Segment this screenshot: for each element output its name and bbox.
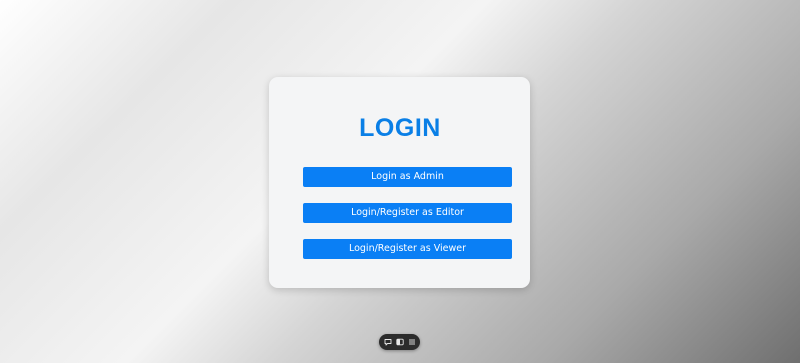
login-register-editor-button[interactable]: Login/Register as Editor [303, 203, 512, 223]
login-register-viewer-button[interactable]: Login/Register as Viewer [303, 239, 512, 259]
floating-toolbar [379, 334, 420, 350]
toggle-icon[interactable] [396, 338, 404, 346]
login-title: LOGIN [359, 114, 441, 142]
menu-icon[interactable] [408, 338, 416, 346]
comment-icon[interactable] [384, 338, 392, 346]
login-admin-button[interactable]: Login as Admin [303, 167, 512, 187]
